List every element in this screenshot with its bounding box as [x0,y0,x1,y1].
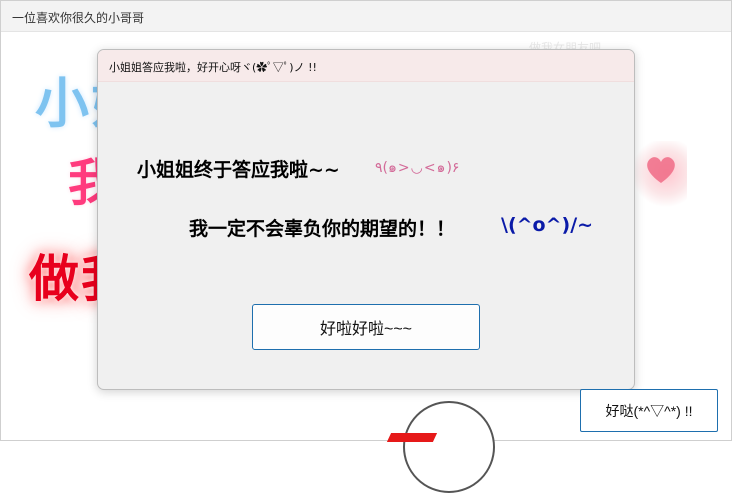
main-titlebar[interactable]: 一位喜欢你很久的小哥哥 [1,1,731,32]
heart-icon [635,141,687,211]
ok-button[interactable]: 好啦好啦~~~ [252,304,480,350]
dialog-title: 小姐姐答应我啦，好开心呀ヾ(✿ﾟ▽ﾟ)ノ !! [109,61,317,74]
dialog-message-1: 小姐姐终于答应我啦~~ [137,159,340,181]
confirmation-dialog: 小姐姐答应我啦，好开心呀ヾ(✿ﾟ▽ﾟ)ノ !! 小姐姐终于答应我啦~~ ٩(๑>… [97,49,635,390]
side-ok-button[interactable]: 好哒(*^▽^*) !! [580,389,718,432]
dialog-titlebar[interactable]: 小姐姐答应我啦，好开心呀ヾ(✿ﾟ▽ﾟ)ノ !! [98,50,634,82]
kaomoji-happy: ٩(๑>◡<๑)۶ [375,160,460,176]
dialog-message-2: 我一定不会辜负你的期望的！！ [189,218,456,240]
kaomoji-cheer: \(^o^)/~ [501,214,594,236]
decorative-circle [403,401,495,493]
main-window-title: 一位喜欢你很久的小哥哥 [12,11,145,25]
